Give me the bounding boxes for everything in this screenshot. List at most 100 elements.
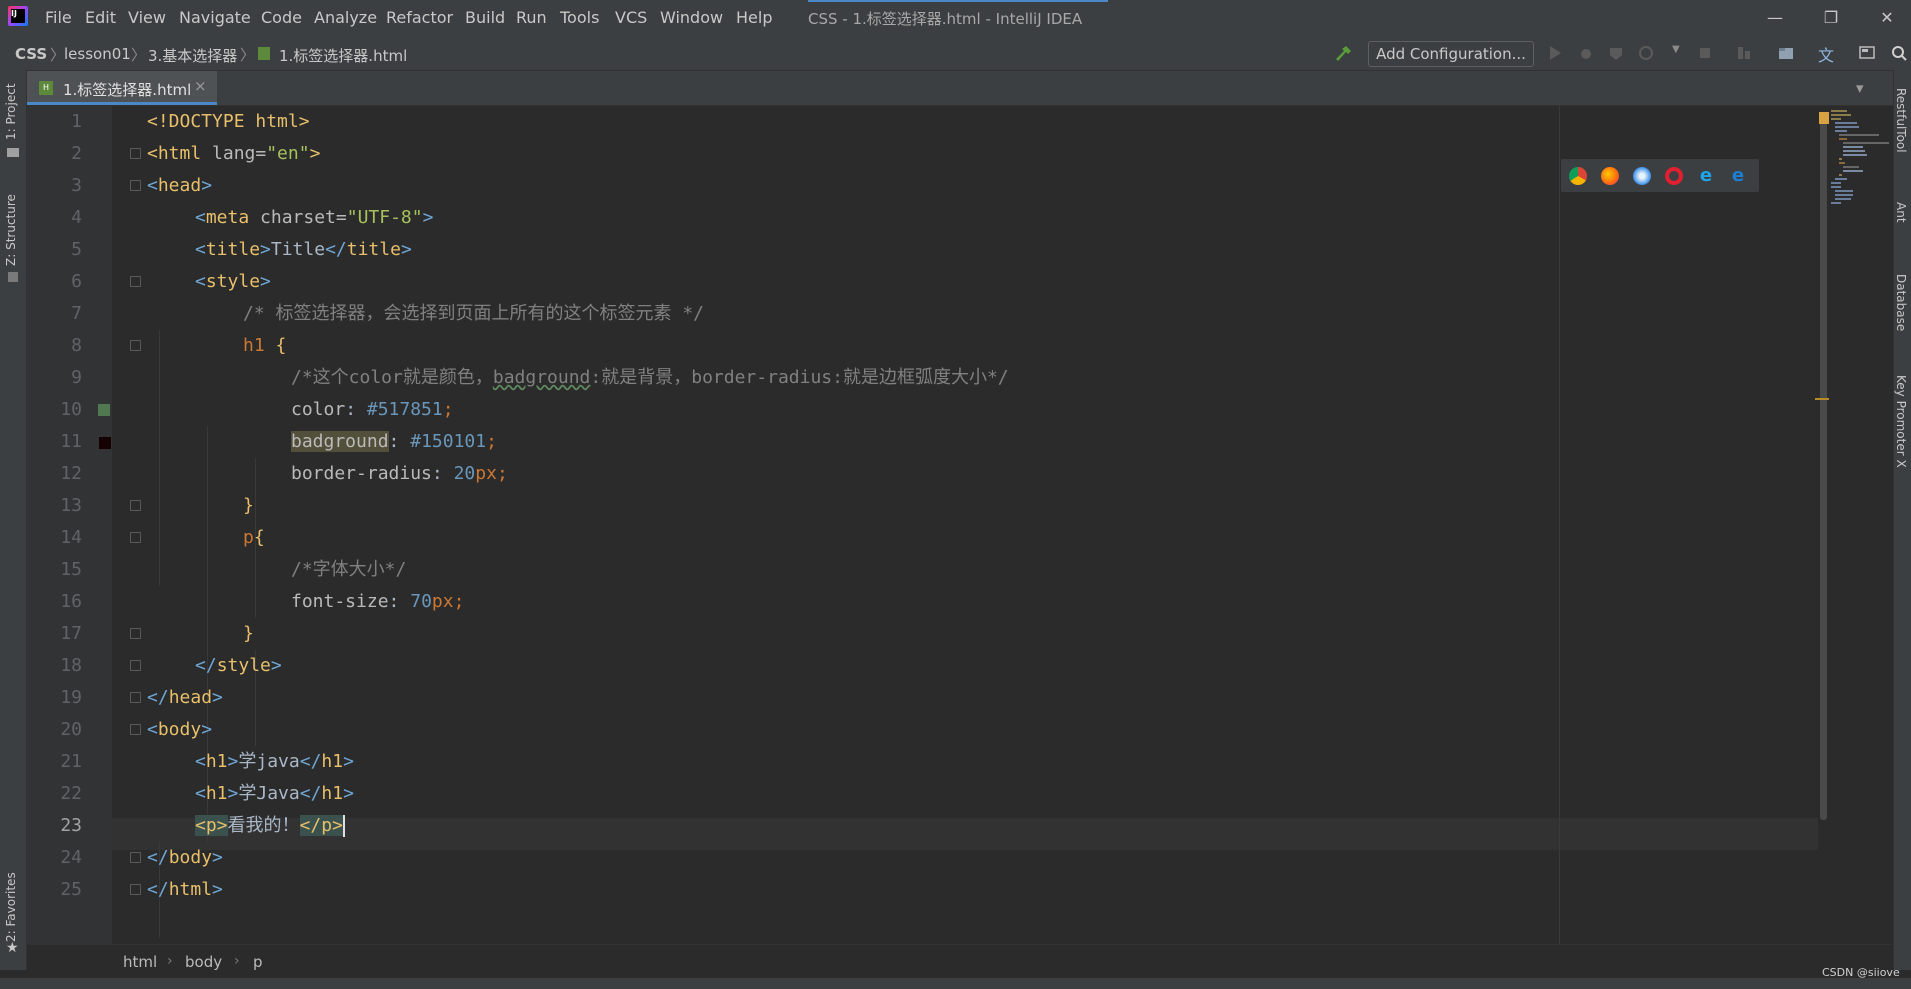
line-number: 14 [60,527,82,548]
code-line-2: <html lang="en"> [147,143,321,164]
presentation-icon[interactable] [1859,45,1875,61]
breadcrumb-separator: › [234,953,240,969]
breadcrumb-file[interactable]: 1.标签选择器.html [279,45,407,66]
line-number: 7 [71,303,82,324]
line-number: 21 [60,751,82,772]
breadcrumb-folder[interactable]: 3.基本选择器 [148,45,237,66]
add-configuration-button[interactable]: Add Configuration... [1368,41,1534,67]
debug-icon[interactable] [1578,45,1594,61]
vertical-scrollbar[interactable] [1818,106,1828,944]
menu-vcs[interactable]: VCS [615,8,647,27]
window-title: CSS - 1.标签选择器.html - IntelliJ IDEA [808,10,1083,28]
menu-file[interactable]: File [45,8,72,27]
project-structure-icon[interactable] [1778,45,1794,61]
menu-view[interactable]: View [128,8,166,27]
line-number: 17 [60,623,82,644]
tool-tab-database[interactable]: Database [1894,274,1908,331]
menu-tools[interactable]: Tools [560,8,599,27]
breadcrumb-body[interactable]: body [185,953,222,971]
minimap-preview [1831,110,1889,204]
fold-marker[interactable] [130,532,141,543]
fold-marker[interactable] [130,180,141,191]
fold-marker[interactable] [130,692,141,703]
run-icon[interactable] [1547,45,1563,61]
coverage-icon[interactable] [1608,45,1624,61]
search-icon[interactable] [1891,45,1907,61]
build-hammer-icon[interactable] [1333,44,1353,62]
firefox-icon[interactable] [1601,167,1619,185]
translate-icon[interactable]: 文 [1818,42,1834,66]
breadcrumb-project[interactable]: CSS [15,45,47,63]
ie-icon[interactable]: e [1697,167,1715,185]
editor-tab-row: H 1.标签选择器.html × ▾ [27,71,1893,106]
tool-tab-restfultool[interactable]: RestfulTool [1894,88,1908,153]
tool-tab-structure[interactable]: Z: Structure [4,194,18,266]
tab-list-menu-icon[interactable]: ▾ [1856,79,1864,97]
color-swatch-150101[interactable] [98,436,112,450]
menu-window[interactable]: Window [660,8,723,27]
right-tool-window-strip: RestfulTool Ant Database Key Promoter X [1893,70,1911,970]
menu-build[interactable]: Build [465,8,505,27]
menu-run[interactable]: Run [516,8,547,27]
safari-icon[interactable] [1633,167,1651,185]
code-line-21: <h1>学java</h1> [195,751,354,772]
maximize-button[interactable]: ❐ [1808,4,1854,32]
line-number: 4 [71,207,82,228]
menu-refactor[interactable]: Refactor [386,8,453,27]
fold-marker[interactable] [130,340,141,351]
editor-tab-active[interactable]: H 1.标签选择器.html × [27,71,217,105]
breadcrumb-p[interactable]: p [253,953,263,971]
tool-tab-project[interactable]: 1: Project [4,83,18,140]
vcs-icon[interactable] [1736,45,1752,61]
navigation-bar: CSS 〉 lesson01 〉 3.基本选择器 〉 1.标签选择器.html … [0,36,1911,71]
line-number: 13 [60,495,82,516]
star-icon: ★ [6,940,19,956]
menu-analyze[interactable]: Analyze [314,8,377,27]
line-number: 24 [60,847,82,868]
breadcrumb-html[interactable]: html [123,953,157,971]
scrollbar-thumb[interactable] [1820,120,1827,820]
stop-icon[interactable] [1697,45,1713,61]
edge-icon[interactable]: e [1729,167,1747,185]
fold-marker[interactable] [130,628,141,639]
breadcrumb-lesson01[interactable]: lesson01 [64,45,131,63]
chrome-icon[interactable] [1569,167,1587,185]
tool-tab-key-promoter[interactable]: Key Promoter X [1894,375,1908,468]
folder-icon [7,148,19,157]
code-minimap[interactable] [1829,106,1893,944]
fold-marker[interactable] [130,500,141,511]
menu-navigate[interactable]: Navigate [179,8,251,27]
line-number: 2 [71,143,82,164]
minimize-button[interactable]: — [1752,4,1798,32]
code-line-23: <p>看我的！</p> [195,815,345,837]
breadcrumb-separator: 〉 [50,46,66,64]
tool-tab-ant[interactable]: Ant [1894,202,1908,223]
line-number: 11 [60,431,82,452]
fold-marker[interactable] [130,852,141,863]
breadcrumb-separator: 〉 [240,46,256,64]
line-number: 19 [60,687,82,708]
html-file-icon: H [39,81,53,95]
code-line-6: <style> [195,271,271,292]
menu-help[interactable]: Help [736,8,772,27]
tool-tab-favorites[interactable]: 2: Favorites [4,872,18,942]
menu-code[interactable]: Code [261,8,302,27]
close-tab-icon[interactable]: × [194,77,207,95]
fold-marker[interactable] [130,276,141,287]
line-number: 10 [60,399,82,420]
editor-breadcrumb-bar: html › body › p [27,944,1893,979]
fold-marker[interactable] [130,724,141,735]
code-line-14: p{ [243,527,265,548]
chevron-down-icon[interactable]: ▼ [1672,44,1680,55]
fold-marker[interactable] [130,660,141,671]
line-number: 12 [60,463,82,484]
profiler-icon[interactable] [1638,45,1654,61]
text-cursor [342,815,345,837]
color-swatch-517851[interactable] [98,404,110,416]
fold-marker[interactable] [130,884,141,895]
menu-edit[interactable]: Edit [85,8,116,27]
opera-icon[interactable] [1665,167,1683,185]
close-button[interactable]: ✕ [1864,4,1910,32]
fold-marker[interactable] [130,148,141,159]
structure-icon [8,272,18,282]
